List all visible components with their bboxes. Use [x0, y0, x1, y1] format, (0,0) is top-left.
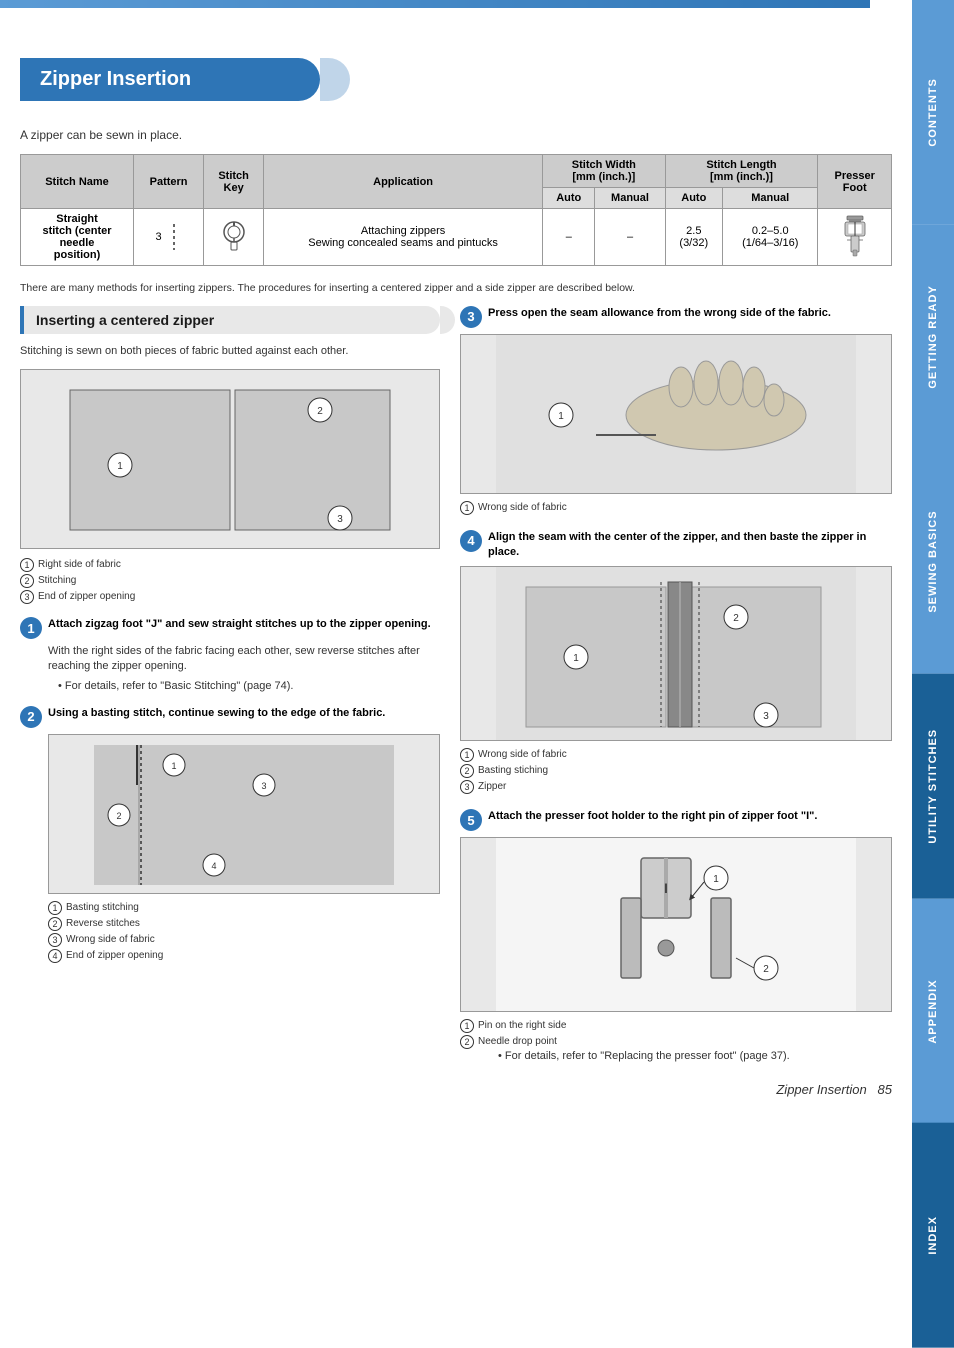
- step-4: 4 Align the seam with the center of the …: [460, 530, 892, 796]
- pattern-cell: 3: [134, 209, 204, 266]
- col-stitch-width: Stitch Width[mm (inch.)]: [543, 155, 665, 188]
- page-label: Zipper Insertion 85: [776, 1082, 892, 1097]
- step-5: 5 Attach the presser foot holder to the …: [460, 809, 892, 1062]
- step-1: 1 Attach zigzag foot "J" and sew straigh…: [20, 617, 440, 692]
- stitch-name-cell: Straightstitch (centerneedleposition): [21, 209, 134, 266]
- svg-text:1: 1: [117, 461, 123, 472]
- svg-text:3: 3: [763, 711, 769, 722]
- step-3: 3 Press open the seam allowance from the…: [460, 306, 892, 516]
- col-length-auto: Auto: [665, 188, 722, 209]
- sidebar-item-sewing-basics[interactable]: SEWING BASICS: [912, 449, 954, 674]
- right-sidebar: CONTENTS GETTING READY SEWING BASICS UTI…: [912, 0, 954, 1348]
- col-stitch-length: Stitch Length[mm (inch.)]: [665, 155, 818, 188]
- svg-text:2: 2: [116, 811, 121, 821]
- width-manual-cell: –: [595, 209, 665, 266]
- col-length-manual: Manual: [723, 188, 818, 209]
- sidebar-appendix-label: APPENDIX: [927, 979, 939, 1043]
- step-1-heading: Attach zigzag foot "J" and sew straight …: [48, 617, 431, 632]
- sidebar-sewing-basics-label: SEWING BASICS: [927, 511, 939, 613]
- col-application: Application: [264, 155, 543, 209]
- sidebar-getting-ready-label: GETTING READY: [927, 285, 939, 388]
- page-footer: Zipper Insertion 85: [460, 1082, 892, 1097]
- stitch-table: Stitch Name Pattern StitchKey Applicatio…: [20, 154, 892, 266]
- step-3-legend: 1 Wrong side of fabric: [460, 500, 892, 516]
- step-2: 2 Using a basting stitch, continue sewin…: [20, 706, 440, 964]
- svg-text:2: 2: [763, 964, 769, 975]
- pattern-number: 3: [156, 231, 162, 243]
- svg-text:3: 3: [261, 781, 266, 791]
- step-5-note: For details, refer to "Replacing the pre…: [488, 1050, 892, 1062]
- step-1-number: 1: [20, 617, 42, 639]
- stitch-key-cell: [204, 209, 264, 266]
- step-4-number: 4: [460, 530, 482, 552]
- left-diagram-legend: 1 Right side of fabric 2 Stitching 3 End…: [20, 557, 440, 605]
- svg-text:2: 2: [733, 613, 739, 624]
- step-2-legend: 1 Basting stitching 2 Reverse stitches 3…: [48, 900, 440, 964]
- svg-text:4: 4: [211, 861, 216, 871]
- table-note: There are many methods for inserting zip…: [20, 281, 892, 296]
- presser-foot-cell: [818, 209, 892, 266]
- col-stitch-key: StitchKey: [204, 155, 264, 209]
- table-row: Straightstitch (centerneedleposition) 3: [21, 209, 892, 266]
- svg-text:2: 2: [317, 406, 323, 417]
- width-auto-cell: –: [543, 209, 595, 266]
- step-3-heading: Press open the seam allowance from the w…: [488, 306, 831, 321]
- col-presser-foot: PresserFoot: [818, 155, 892, 209]
- left-description: Stitching is sewn on both pieces of fabr…: [20, 344, 440, 359]
- sidebar-item-index[interactable]: INDEX: [912, 1123, 954, 1348]
- svg-text:3: 3: [337, 514, 343, 525]
- step-1-note: For details, refer to "Basic Stitching" …: [48, 680, 440, 692]
- length-auto-cell: 2.5(3/32): [665, 209, 722, 266]
- col-width-auto: Auto: [543, 188, 595, 209]
- page-subtitle: A zipper can be sewn in place.: [20, 128, 892, 142]
- left-column: Inserting a centered zipper Stitching is…: [20, 306, 440, 1098]
- sidebar-item-getting-ready[interactable]: GETTING READY: [912, 225, 954, 450]
- sidebar-item-contents[interactable]: CONTENTS: [912, 0, 954, 225]
- sidebar-utility-stitches-label: UTILITY STITCHES: [927, 729, 939, 844]
- step-5-heading: Attach the presser foot holder to the ri…: [488, 809, 817, 824]
- svg-text:1: 1: [558, 411, 564, 422]
- sidebar-index-label: INDEX: [927, 1216, 939, 1255]
- col-stitch-name: Stitch Name: [21, 155, 134, 209]
- svg-text:1: 1: [573, 653, 579, 664]
- step-4-legend: 1 Wrong side of fabric 2 Basting stichin…: [460, 747, 892, 795]
- sidebar-item-appendix[interactable]: APPENDIX: [912, 899, 954, 1124]
- step-4-heading: Align the seam with the center of the zi…: [488, 530, 892, 561]
- sidebar-item-utility-stitches[interactable]: UTILITY STITCHES: [912, 674, 954, 899]
- length-manual-cell: 0.2–5.0(1/64–3/16): [723, 209, 818, 266]
- section-header-centered-zipper: Inserting a centered zipper: [20, 306, 440, 334]
- step-2-heading: Using a basting stitch, continue sewing …: [48, 706, 385, 721]
- application-cell: Attaching zippersSewing concealed seams …: [264, 209, 543, 266]
- page-title: Zipper Insertion: [20, 58, 320, 101]
- centered-zipper-diagram: 1 2 3: [20, 369, 440, 549]
- col-width-manual: Manual: [595, 188, 665, 209]
- step-5-legend: 1 Pin on the right side 2 Needle drop po…: [460, 1018, 892, 1050]
- svg-text:1: 1: [713, 874, 719, 885]
- step-2-number: 2: [20, 706, 42, 728]
- right-column: 3 Press open the seam allowance from the…: [460, 306, 892, 1098]
- svg-text:1: 1: [171, 761, 176, 771]
- svg-text:I: I: [664, 880, 668, 896]
- col-pattern: Pattern: [134, 155, 204, 209]
- sidebar-contents-label: CONTENTS: [927, 78, 939, 147]
- step-3-number: 3: [460, 306, 482, 328]
- step-5-number: 5: [460, 809, 482, 831]
- step-1-body: With the right sides of the fabric facin…: [48, 644, 440, 675]
